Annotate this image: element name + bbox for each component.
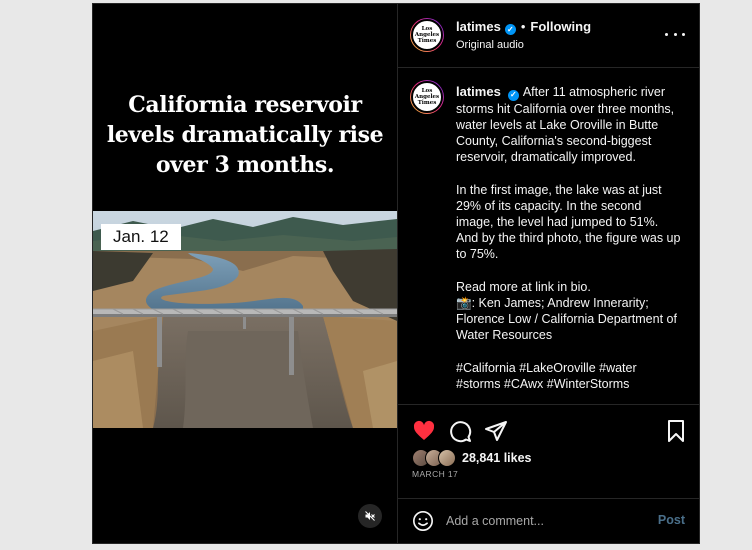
author-avatar[interactable]: Los Angeles Times [410, 18, 444, 52]
caption-body: latimes ✓ After 11 atmospheric river storm… [456, 84, 681, 392]
bookmark-icon[interactable] [664, 419, 688, 443]
post-comment-button[interactable]: Post [658, 513, 685, 527]
author-username[interactable]: latimes [456, 19, 501, 34]
speaker-muted-icon [365, 511, 375, 521]
latimes-logo: Los Angeles Times [411, 19, 443, 51]
likes-row: 28,841 likes [412, 449, 532, 467]
separator-dot: • [520, 19, 526, 34]
date-label: Jan. 12 [101, 224, 181, 250]
more-options-icon[interactable] [665, 28, 685, 40]
share-icon[interactable] [484, 419, 508, 443]
heart-icon[interactable] [412, 419, 436, 443]
likes-count[interactable]: 28,841 likes [462, 451, 532, 465]
comment-input[interactable] [446, 509, 636, 533]
latimes-logo: Los Angeles Times [411, 81, 443, 113]
caption-username[interactable]: latimes [456, 84, 501, 99]
more-dot [682, 32, 685, 36]
post-date: MARCH 17 [412, 469, 459, 479]
verified-badge-icon: ✓ [504, 24, 516, 35]
post-header: Los Angeles Times latimes ✓ • Following Ori… [398, 4, 699, 68]
caption-section: Los Angeles Times latimes ✓ After 11 atmos… [398, 68, 699, 404]
media-headline: California reservoir levels dramatically… [106, 92, 384, 178]
liker-avatar [438, 449, 456, 467]
post-media[interactable]: California reservoir levels dramatically… [93, 4, 397, 543]
caption-avatar[interactable]: Los Angeles Times [410, 80, 444, 114]
header-title-row: latimes ✓ • Following [456, 19, 591, 35]
mute-button[interactable] [358, 504, 382, 528]
caption-text: After 11 atmospheric river storms hit Ca… [456, 85, 681, 392]
reservoir-photo: Jan. 12 [93, 211, 397, 428]
action-bar: 28,841 likes MARCH 17 [398, 404, 699, 504]
verified-badge-icon: ✓ [507, 89, 519, 101]
audio-label[interactable]: Original audio [456, 39, 524, 51]
following-button[interactable]: Following [530, 19, 591, 34]
emoji-icon[interactable] [412, 510, 434, 532]
post-side-panel: Los Angeles Times latimes ✓ • Following Ori… [397, 4, 699, 543]
post-modal: California reservoir levels dramatically… [92, 3, 700, 544]
more-dot [673, 32, 677, 36]
comment-icon[interactable] [448, 419, 472, 443]
more-dot [665, 32, 668, 36]
comment-bar: Post [398, 498, 699, 543]
